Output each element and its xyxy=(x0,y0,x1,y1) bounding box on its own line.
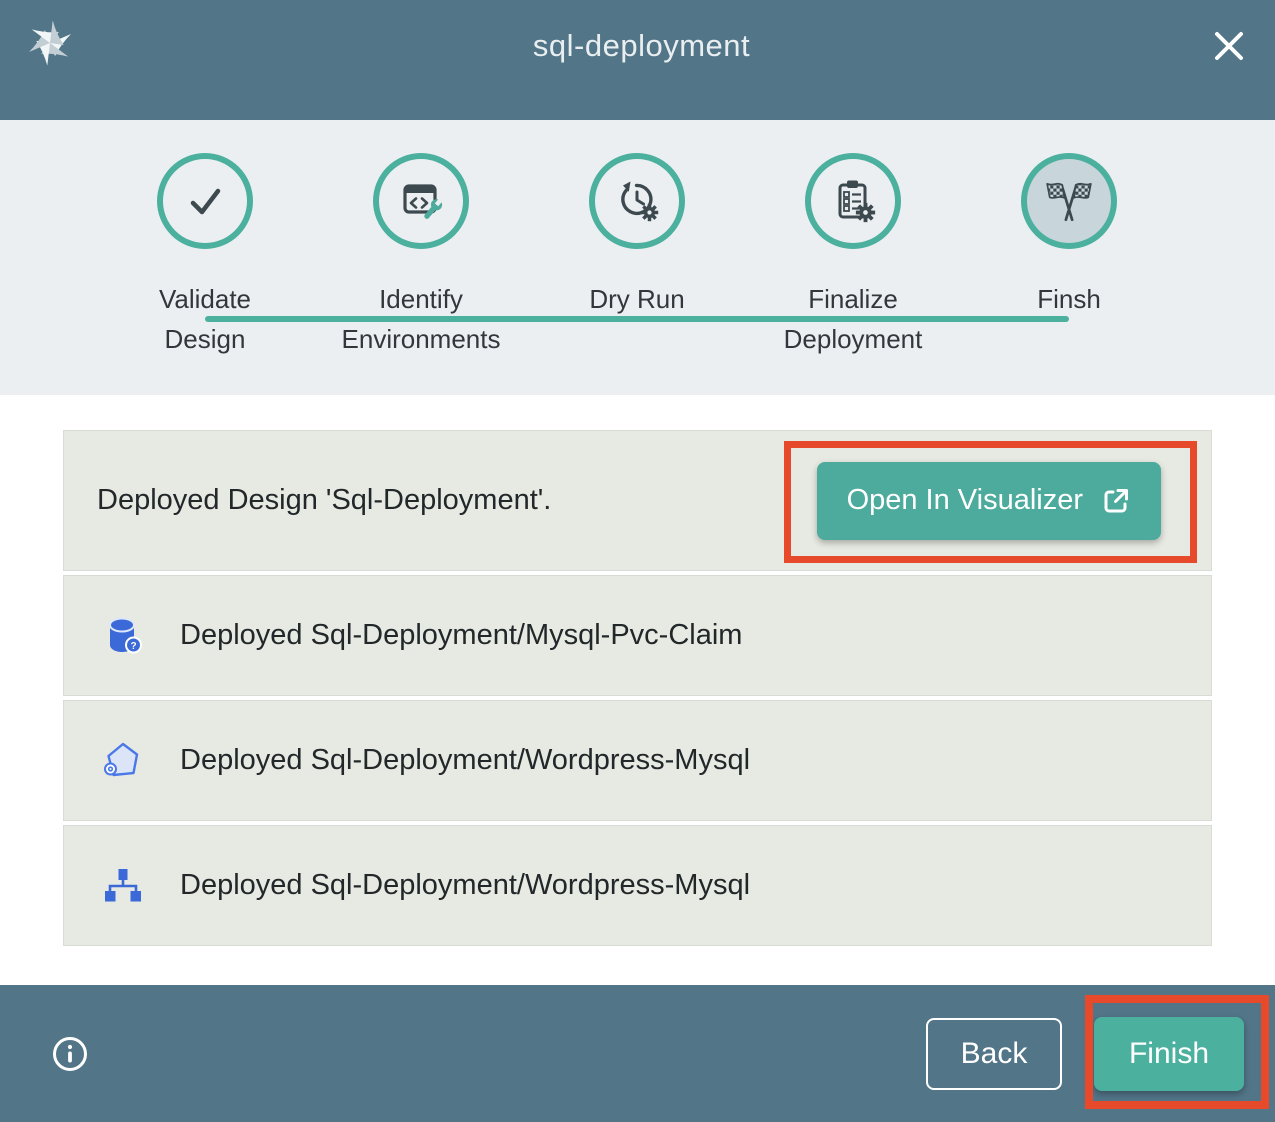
deployed-item-text: Deployed Sql-Deployment/Wordpress-Mysql xyxy=(180,744,750,777)
step-identify-environments: Identify Environments xyxy=(313,120,529,395)
deployed-item-text: Deployed Sql-Deployment/Wordpress-Mysql xyxy=(180,869,750,902)
step-label: Validate Design xyxy=(119,279,291,359)
step-finish: Finsh xyxy=(961,120,1177,395)
deployed-item-row: Deployed Sql-Deployment/Wordpress-Mysql xyxy=(63,700,1212,821)
modal-header: sql-deployment xyxy=(0,0,1275,120)
wizard-stepper: Validate Design xyxy=(0,120,1275,395)
checkered-flags-icon xyxy=(1044,176,1094,226)
deployed-design-row: Deployed Design 'Sql-Deployment'. Open I… xyxy=(63,430,1212,571)
deployment-results: Deployed Design 'Sql-Deployment'. Open I… xyxy=(0,395,1275,985)
code-wrench-icon xyxy=(397,177,445,225)
step-dry-run: Dry Run xyxy=(529,120,745,395)
deployed-item-row: ? Deployed Sql-Deployment/Mysql-Pvc-Clai… xyxy=(63,575,1212,696)
modal-footer: Back Finish xyxy=(0,985,1275,1122)
sql-deployment-modal: sql-deployment Validate Design xyxy=(0,0,1275,1122)
meshery-logo-icon xyxy=(26,18,74,66)
pentagon-icon xyxy=(100,738,146,784)
history-gear-icon xyxy=(613,177,661,225)
close-icon xyxy=(1209,26,1249,66)
deployed-item-row: Deployed Sql-Deployment/Wordpress-Mysql xyxy=(63,825,1212,946)
step-validate-design: Validate Design xyxy=(97,120,313,395)
back-button[interactable]: Back xyxy=(926,1018,1062,1090)
step-label: Finsh xyxy=(1037,279,1101,319)
step-label: Dry Run xyxy=(589,279,684,319)
modal-title: sql-deployment xyxy=(74,28,1209,64)
info-button[interactable] xyxy=(50,1034,90,1074)
info-icon xyxy=(50,1034,90,1074)
hierarchy-icon xyxy=(100,863,146,909)
open-in-visualizer-button[interactable]: Open In Visualizer xyxy=(817,462,1161,540)
close-button[interactable] xyxy=(1209,26,1249,66)
step-label: Identify Environments xyxy=(335,279,507,359)
step-finalize-deployment: Finalize Deployment xyxy=(745,120,961,395)
finish-button[interactable]: Finish xyxy=(1094,1017,1244,1091)
deployed-item-text: Deployed Sql-Deployment/Mysql-Pvc-Claim xyxy=(180,619,742,652)
database-icon: ? xyxy=(100,613,146,659)
external-link-icon xyxy=(1101,486,1131,516)
check-icon xyxy=(181,177,229,225)
svg-text:?: ? xyxy=(130,641,136,652)
clipboard-gear-icon xyxy=(829,177,877,225)
deployed-design-text: Deployed Design 'Sql-Deployment'. xyxy=(97,484,551,517)
step-label: Finalize Deployment xyxy=(767,279,939,359)
